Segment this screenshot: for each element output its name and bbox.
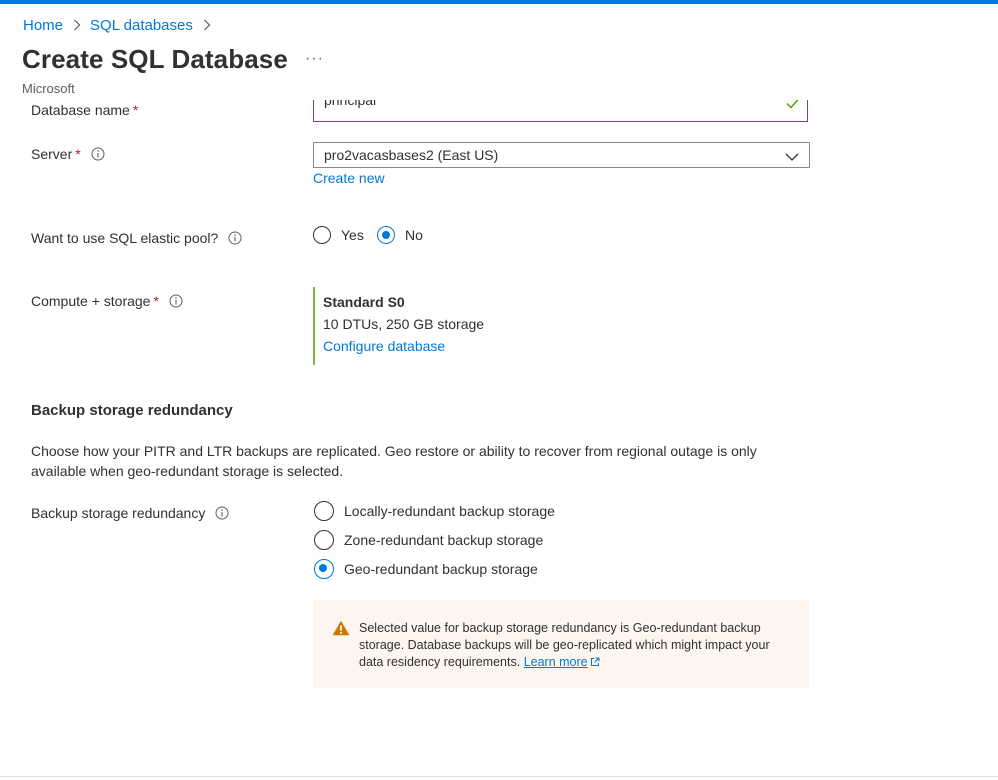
chevron-down-icon	[785, 149, 799, 165]
required-asterisk: *	[75, 146, 81, 162]
chevron-right-icon	[73, 19, 81, 31]
page-subtitle: Microsoft	[22, 81, 75, 96]
create-new-server-link[interactable]: Create new	[313, 170, 385, 186]
info-icon[interactable]	[228, 231, 242, 245]
breadcrumb: Home SQL databases	[23, 15, 220, 35]
radio-button[interactable]	[314, 501, 334, 521]
footer-divider	[0, 776, 998, 777]
external-link-icon	[590, 655, 600, 672]
form-content: Database name * principal Server * pro2v…	[0, 100, 998, 778]
backup-section-description: Choose how your PITR and LTR backups are…	[31, 443, 757, 479]
elastic-pool-label: Want to use SQL elastic pool?	[31, 230, 242, 246]
chevron-right-icon	[203, 19, 211, 31]
learn-more-link[interactable]: Learn more	[524, 655, 588, 669]
compute-details: 10 DTUs, 250 GB storage	[323, 316, 485, 332]
info-icon[interactable]	[91, 147, 105, 161]
backup-locally-redundant-radio[interactable]: Locally-redundant backup storage	[314, 501, 555, 521]
server-select-value: pro2vacasbases2 (East US)	[324, 147, 499, 163]
server-label: Server *	[31, 146, 105, 162]
configure-database-link[interactable]: Configure database	[323, 338, 445, 354]
database-name-input[interactable]: principal	[313, 100, 808, 122]
warning-message: Selected value for backup storage redund…	[359, 620, 789, 672]
info-icon[interactable]	[169, 294, 183, 308]
elastic-pool-no-radio[interactable]: No	[377, 226, 423, 244]
radio-button-selected[interactable]	[377, 226, 395, 244]
compute-tier: Standard S0	[323, 294, 405, 310]
radio-button[interactable]	[314, 530, 334, 550]
breadcrumb-sql-databases-link[interactable]: SQL databases	[90, 17, 193, 34]
database-name-label: Database name *	[31, 102, 139, 118]
radio-button[interactable]	[313, 226, 331, 244]
compute-storage-label: Compute + storage *	[31, 293, 183, 309]
server-select[interactable]: pro2vacasbases2 (East US)	[313, 142, 810, 168]
checkmark-icon	[786, 100, 800, 112]
backup-section-title: Backup storage redundancy	[31, 402, 233, 419]
required-asterisk: *	[132, 102, 139, 118]
warning-icon	[332, 620, 350, 639]
info-icon[interactable]	[215, 506, 229, 520]
radio-button-selected[interactable]	[314, 559, 334, 579]
breadcrumb-home-link[interactable]: Home	[23, 17, 63, 34]
elastic-pool-yes-radio[interactable]: Yes	[313, 226, 364, 244]
database-name-value: principal	[324, 100, 377, 108]
backup-redundancy-label: Backup storage redundancy	[31, 505, 229, 521]
more-options-button[interactable]: ···	[305, 50, 324, 68]
compute-summary: Standard S0 10 DTUs, 250 GB storage Conf…	[313, 287, 484, 365]
backup-zone-redundant-radio[interactable]: Zone-redundant backup storage	[314, 530, 543, 550]
top-accent-bar	[0, 0, 998, 4]
geo-redundancy-warning: Selected value for backup storage redund…	[313, 600, 809, 688]
required-asterisk: *	[153, 293, 159, 309]
page-title: Create SQL Database	[22, 44, 288, 74]
backup-geo-redundant-radio[interactable]: Geo-redundant backup storage	[314, 559, 538, 579]
